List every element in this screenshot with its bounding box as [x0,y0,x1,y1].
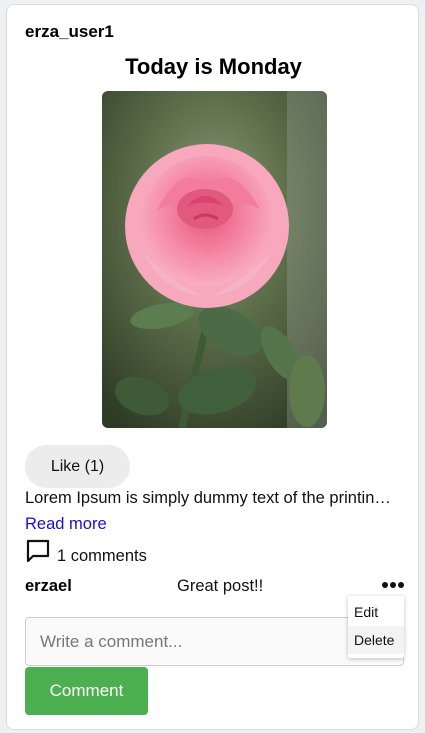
post-title: Today is Monday [125,54,302,79]
post-image [102,91,327,428]
menu-item-delete[interactable]: Delete [348,626,404,654]
post-username[interactable]: erza_user1 [25,22,114,42]
comment-options-menu: Edit Delete [348,596,404,658]
read-more-link[interactable]: Read more [25,515,107,534]
submit-comment-button[interactable]: Comment [25,667,148,715]
comment-bubble-icon[interactable] [25,537,53,565]
comment-author[interactable]: erzael [25,577,72,596]
comments-count: 1 comments [57,547,147,565]
post-excerpt: Lorem Ipsum is simply dummy text of the … [25,489,398,507]
post-card: erza_user1 Today is Monday Like (1) Lore… [6,4,419,730]
menu-item-edit[interactable]: Edit [348,598,404,626]
comment-text: Great post!! [177,577,264,595]
more-options-button[interactable] [379,575,407,595]
more-horizontal-icon [382,582,404,588]
like-button[interactable]: Like (1) [25,445,130,488]
